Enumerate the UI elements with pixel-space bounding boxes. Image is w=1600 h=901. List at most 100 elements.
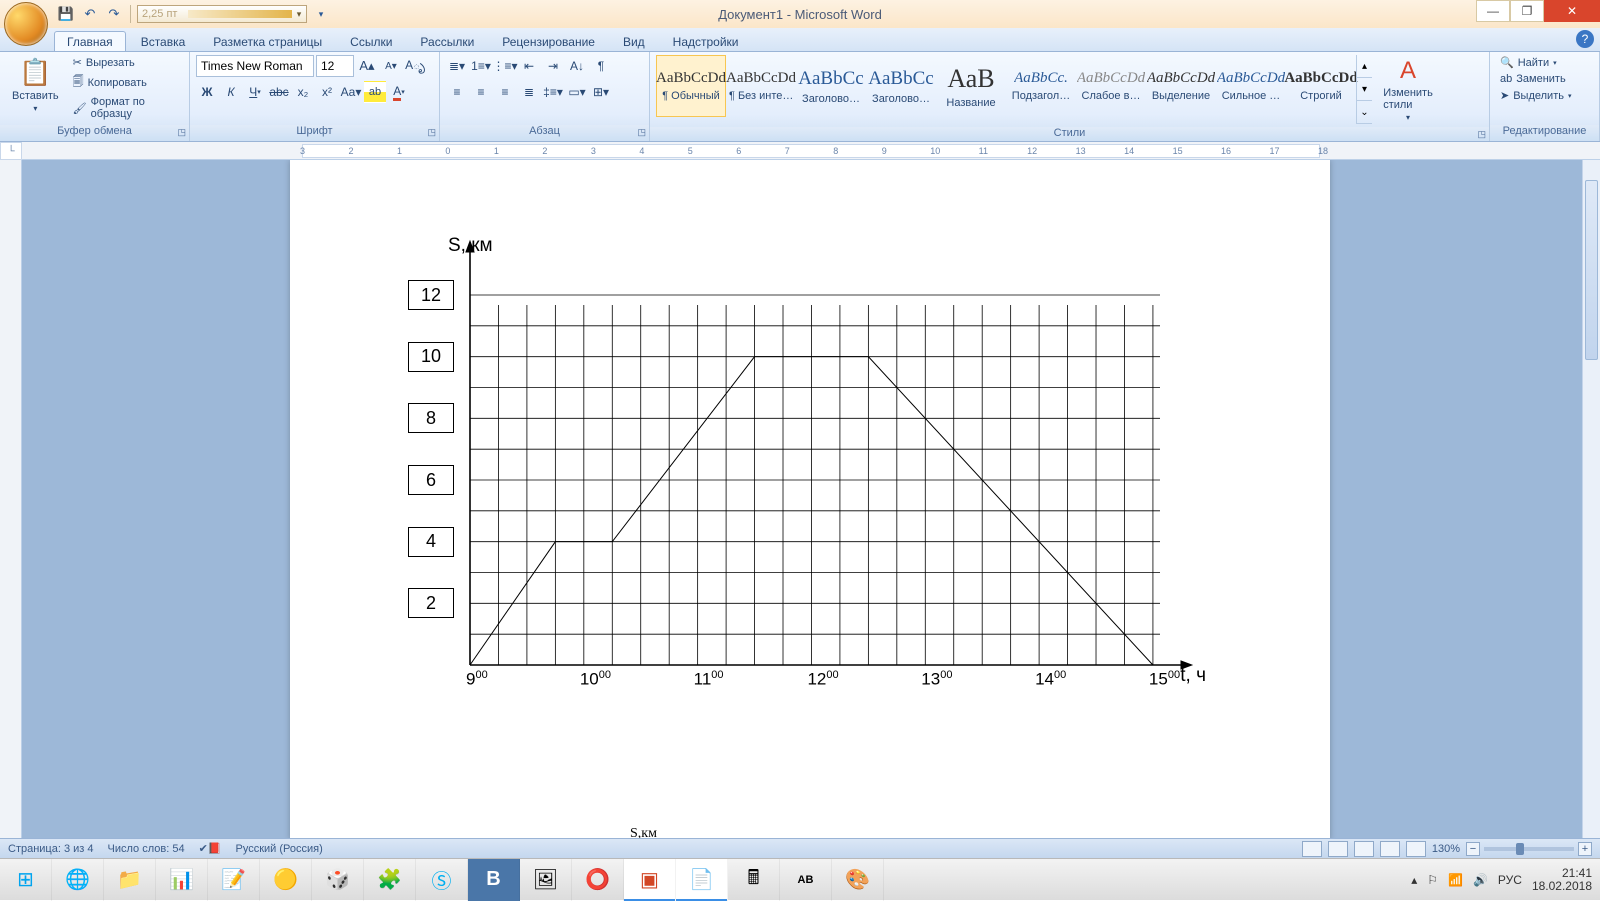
vertical-scrollbar[interactable] [1582,160,1600,838]
tray-lang[interactable]: РУС [1498,873,1522,887]
powerpoint-running-icon[interactable]: ▣ [624,859,676,901]
change-styles-button[interactable]: AИзменитьстили▾ [1372,55,1444,124]
start-button[interactable]: ⊞ [0,859,52,901]
style-card[interactable]: AaBbCcDdСлабое в… [1076,55,1146,117]
align-center-button[interactable]: ≡ [470,81,492,103]
tray-flag-icon[interactable]: ⚐ [1427,873,1438,887]
strike-button[interactable]: abc [268,81,290,103]
style-card[interactable]: AaBbCcЗаголово… [796,55,866,117]
style-card[interactable]: AaBbCcЗаголово… [866,55,936,117]
view-web-layout[interactable] [1354,841,1374,857]
skype-icon[interactable]: Ⓢ [416,859,468,901]
scrollbar-thumb[interactable] [1585,180,1598,360]
copy-button[interactable]: 🗐Копировать [69,72,183,93]
zoom-out-button[interactable]: − [1466,842,1480,856]
calculator-icon[interactable]: 🖩 [728,859,780,901]
increase-indent-button[interactable]: ⇥ [542,55,564,77]
tab-надстройки[interactable]: Надстройки [660,31,752,51]
notepadpp-icon[interactable]: 📝 [208,859,260,901]
line-spacing-button[interactable]: ‡≡▾ [542,81,564,103]
paste-button[interactable]: 📋 Вставить ▾ [6,55,65,115]
cut-button[interactable]: ✂Вырезать [69,55,183,70]
office-button[interactable] [4,2,48,46]
app-icon-3[interactable]: ⭕ [572,859,624,901]
shading-button[interactable]: ▭▾ [566,81,588,103]
font-size-select[interactable] [316,55,354,77]
style-card[interactable]: AaBbCcDdСтрогий [1286,55,1356,117]
rubik-icon[interactable]: 🎲 [312,859,364,901]
powerpoint-taskbar-icon[interactable]: 📊 [156,859,208,901]
tab-разметка страницы[interactable]: Разметка страницы [200,31,335,51]
bold-button[interactable]: Ж [196,81,218,103]
view-outline[interactable] [1380,841,1400,857]
multilevel-button[interactable]: ⋮≡▾ [494,55,516,77]
tab-вид[interactable]: Вид [610,31,658,51]
page[interactable]: S, км t, ч 24681012 90010001100120013001… [290,160,1330,838]
style-card[interactable]: AaBbCcDd¶ Обычный [656,55,726,117]
numbering-button[interactable]: 1≡▾ [470,55,492,77]
font-family-select[interactable] [196,55,314,77]
highlight-button[interactable]: ab [364,81,386,103]
word-running-icon[interactable]: 📄 [676,859,728,901]
view-print-layout[interactable] [1302,841,1322,857]
vertical-ruler[interactable] [0,160,22,838]
abnet-icon[interactable]: АВ [780,859,832,901]
gallery-scroll[interactable]: ▾ [1357,78,1372,101]
status-words[interactable]: Число слов: 54 [108,843,185,855]
decrease-indent-button[interactable]: ⇤ [518,55,540,77]
italic-button[interactable]: К [220,81,242,103]
clear-formatting-icon[interactable]: Aృ [404,55,426,77]
qat-save-icon[interactable]: 💾 [56,4,76,24]
chrome-icon[interactable]: 🟡 [260,859,312,901]
borders-button[interactable]: ⊞▾ [590,81,612,103]
sort-button[interactable]: A↓ [566,55,588,77]
tab-вставка[interactable]: Вставка [128,31,199,51]
chevron-down-icon[interactable]: ▾ [292,9,306,20]
format-painter-button[interactable]: 🖌Формат по образцу [69,95,183,121]
style-card[interactable]: AaBbCcDd¶ Без инте… [726,55,796,117]
align-left-button[interactable]: ≡ [446,81,468,103]
change-case-button[interactable]: Aa▾ [340,81,362,103]
qat-undo-icon[interactable]: ↶ [80,4,100,24]
qat-redo-icon[interactable]: ↷ [104,4,124,24]
dialog-launcher-icon[interactable]: ◳ [637,127,646,138]
style-card[interactable]: AaBbCc.Подзагол… [1006,55,1076,117]
select-button[interactable]: ➤Выделить▾ [1496,88,1575,103]
tray-network-icon[interactable]: 📶 [1448,873,1463,887]
minimize-button[interactable]: — [1476,0,1510,22]
gallery-scroll[interactable]: ⌄ [1357,101,1372,124]
bullets-button[interactable]: ≣▾ [446,55,468,77]
status-lang[interactable]: Русский (Россия) [235,843,322,855]
tab-рассылки[interactable]: Рассылки [407,31,487,51]
ie-icon[interactable]: 🌐 [52,859,104,901]
view-draft[interactable] [1406,841,1426,857]
grow-font-icon[interactable]: A▴ [356,55,378,77]
zoom-in-button[interactable]: + [1578,842,1592,856]
restore-button[interactable]: ❐ [1510,0,1544,22]
dialog-launcher-icon[interactable]: ◳ [427,127,436,138]
line-weight-input[interactable] [138,8,188,20]
tray-volume-icon[interactable]: 🔊 [1473,873,1488,887]
style-card[interactable]: AaBbCcDdСильное … [1216,55,1286,117]
proofing-icon[interactable]: ✔📕 [199,842,222,855]
status-page[interactable]: Страница: 3 из 4 [8,843,94,855]
font-color-button[interactable]: A▾ [388,81,410,103]
zoom-level[interactable]: 130% [1432,843,1460,855]
align-right-button[interactable]: ≡ [494,81,516,103]
zoom-slider[interactable]: − + [1466,842,1592,856]
tray-up-icon[interactable]: ▴ [1411,873,1417,887]
app-icon-2[interactable]: 🖼 [520,859,572,901]
find-button[interactable]: 🔍Найти▾ [1496,55,1575,70]
view-full-screen[interactable] [1328,841,1348,857]
style-card[interactable]: АаВНазвание [936,55,1006,117]
superscript-button[interactable]: x² [316,81,338,103]
replace-button[interactable]: abЗаменить [1496,72,1575,86]
gallery-scroll[interactable]: ▴ [1357,55,1372,78]
ruler-corner[interactable]: └ [0,142,22,160]
explorer-icon[interactable]: 📁 [104,859,156,901]
style-card[interactable]: AaBbCcDdВыделение [1146,55,1216,117]
tab-рецензирование[interactable]: Рецензирование [489,31,608,51]
horizontal-ruler[interactable]: 3210123456789101112131415161718 [22,142,1600,160]
tab-ссылки[interactable]: Ссылки [337,31,405,51]
dialog-launcher-icon[interactable]: ◳ [177,127,186,138]
